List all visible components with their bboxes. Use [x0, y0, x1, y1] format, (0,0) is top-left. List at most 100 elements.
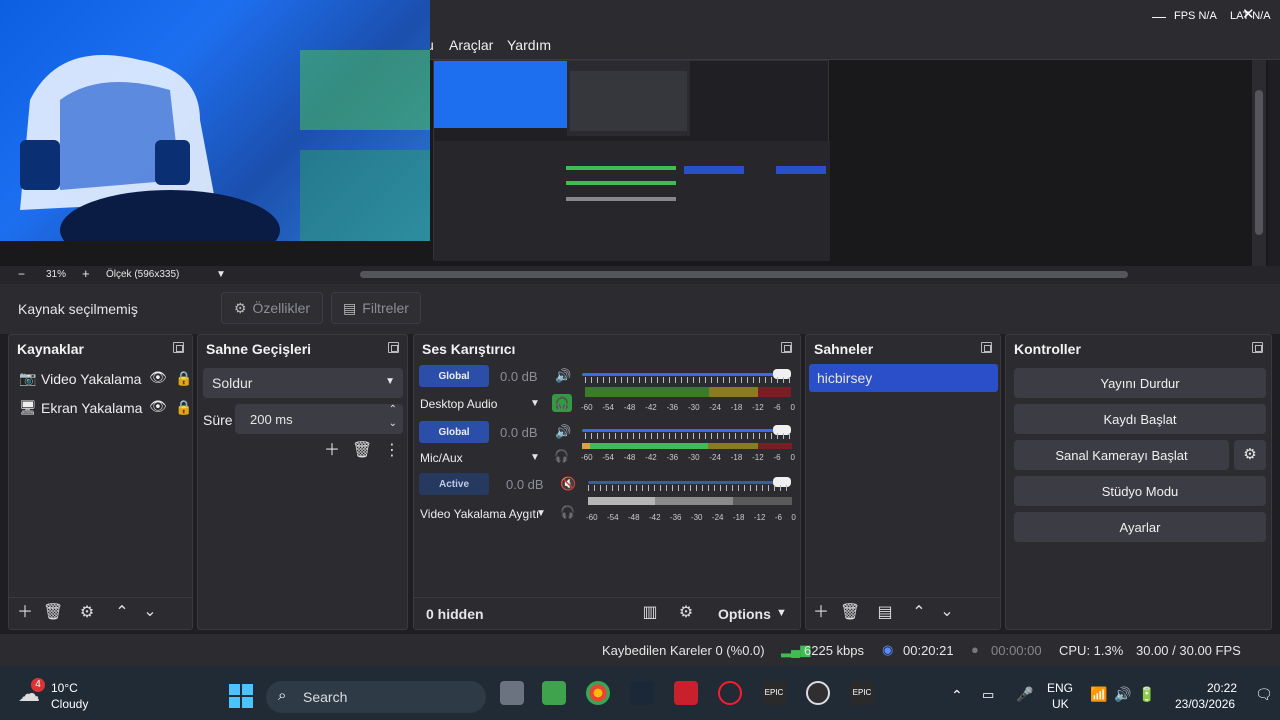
- weather-desc: Cloudy: [51, 697, 89, 711]
- add-icon[interactable]: ＋: [322, 443, 342, 459]
- battery-icon[interactable]: 🔋: [1138, 686, 1155, 703]
- volume-slider[interactable]: [588, 481, 782, 484]
- speaker-icon[interactable]: 🔊: [1114, 686, 1131, 703]
- minimize-icon[interactable]: —: [1152, 8, 1166, 24]
- undock-icon[interactable]: [981, 342, 992, 353]
- lock-icon[interactable]: 🔒: [175, 370, 192, 387]
- trash-icon[interactable]: 🗑: [43, 605, 63, 621]
- stepper-up-icon[interactable]: ⌃: [389, 404, 397, 415]
- opera-icon[interactable]: [718, 681, 742, 705]
- source-toolbar: Kaynak seçilmemiş: [0, 284, 1280, 334]
- scene-item-hicbirsey[interactable]: hicbirsey: [809, 364, 998, 392]
- microphone-icon[interactable]: 🎤: [1016, 686, 1033, 703]
- zoom-in-button[interactable]: +: [82, 266, 90, 281]
- gear-icon[interactable]: ⚙: [676, 605, 696, 621]
- zoom-out-button[interactable]: −: [18, 267, 25, 281]
- nvidia-icon[interactable]: [542, 681, 566, 705]
- obs-icon[interactable]: [806, 681, 830, 705]
- menu-item-tools[interactable]: Araçlar: [449, 37, 493, 53]
- volume-slider[interactable]: [582, 429, 782, 432]
- meter-scale: -60 -54 -48 -42 -36 -30 -24 -18 -12 -6 0: [581, 403, 795, 412]
- notifications-icon[interactable]: 🗨: [1255, 686, 1273, 703]
- source-item[interactable]: 🖥 Ekran Yakalama 👁 🔒: [19, 398, 192, 419]
- wifi-icon[interactable]: 📶: [1090, 686, 1107, 703]
- filters-button[interactable]: ▤ Filtreler: [331, 292, 421, 324]
- epic-games-icon[interactable]: EPIC: [762, 681, 786, 705]
- preview-vertical-scroll-thumb[interactable]: [1255, 90, 1263, 235]
- properties-button[interactable]: ⚙ Özellikler: [221, 292, 323, 324]
- gear-icon[interactable]: ⚙: [77, 605, 97, 621]
- channel-badge[interactable]: Active: [419, 473, 489, 495]
- chevron-up-icon[interactable]: ⌃: [112, 605, 132, 621]
- virtual-camera-settings-icon[interactable]: ⚙: [1234, 440, 1266, 470]
- more-icon[interactable]: ⋮: [382, 443, 402, 459]
- add-icon[interactable]: ＋: [15, 605, 35, 621]
- undock-icon[interactable]: [388, 342, 399, 353]
- scene-label: hicbirsey: [817, 370, 873, 386]
- steam-icon[interactable]: [630, 681, 654, 705]
- undock-icon[interactable]: [173, 342, 184, 353]
- channel-badge[interactable]: Global: [419, 421, 489, 443]
- filter-icon[interactable]: ▤: [875, 605, 895, 621]
- game-app-icon[interactable]: [674, 681, 698, 705]
- trash-icon[interactable]: 🗑: [352, 443, 372, 459]
- taskbar-search[interactable]: ⌕ Search: [266, 681, 486, 713]
- preview-horizontal-scroll-thumb[interactable]: [360, 271, 1128, 278]
- tray-overflow-icon[interactable]: ⌃: [951, 687, 963, 704]
- options-button[interactable]: Options: [718, 606, 771, 622]
- source-item[interactable]: 📷 Video Yakalama 👁 🔒: [19, 369, 192, 390]
- eye-icon[interactable]: 👁: [149, 369, 167, 386]
- trash-icon[interactable]: 🗑: [840, 605, 860, 621]
- settings-button[interactable]: Ayarlar: [1014, 512, 1266, 542]
- volume-icon[interactable]: 🔊: [555, 424, 571, 440]
- cast-icon[interactable]: ▭: [982, 687, 994, 703]
- windows-start-icon[interactable]: [229, 684, 253, 708]
- channel-badge[interactable]: Global: [419, 365, 489, 387]
- chevron-down-icon[interactable]: ▼: [776, 607, 787, 619]
- mixer-toolbar: 0 hidden ▥ ⚙ Options ▼: [414, 597, 800, 629]
- transition-select[interactable]: Soldur ▼: [203, 368, 403, 398]
- headphones-icon[interactable]: 🎧: [552, 394, 572, 412]
- stop-stream-button[interactable]: Yayını Durdur: [1014, 368, 1266, 398]
- menu-item-help[interactable]: Yardım: [507, 37, 551, 53]
- start-virtual-camera-button[interactable]: Sanal Kamerayı Başlat: [1014, 440, 1229, 470]
- chrome-icon[interactable]: [586, 681, 610, 705]
- chevron-down-icon[interactable]: ▼: [530, 398, 540, 409]
- eye-icon[interactable]: 👁: [149, 398, 167, 415]
- meter-scale-tick: -18: [730, 403, 743, 412]
- volume-muted-icon[interactable]: 🔇: [560, 476, 576, 492]
- clock-date: 23/03/2026: [1175, 697, 1236, 711]
- meter-scale-tick: 0: [790, 453, 795, 462]
- no-source-label: Kaynak seçilmemiş: [18, 301, 138, 317]
- chevron-up-icon[interactable]: ⌃: [909, 605, 929, 621]
- task-view-icon[interactable]: [500, 681, 524, 705]
- scale-dropdown-icon[interactable]: ▼: [216, 269, 226, 280]
- headphones-icon[interactable]: 🎧: [554, 449, 569, 463]
- language-code[interactable]: ENG: [1047, 681, 1073, 695]
- chevron-down-icon[interactable]: ▼: [536, 508, 546, 519]
- chevron-down-icon[interactable]: ⌄: [140, 604, 160, 620]
- volume-slider[interactable]: [582, 373, 782, 376]
- meter-scale-tick: -12: [753, 513, 766, 522]
- stepper-down-icon[interactable]: ⌄: [389, 418, 397, 429]
- meter-scale-tick: -24: [711, 513, 724, 522]
- chevron-down-icon[interactable]: ⌄: [937, 604, 957, 620]
- add-icon[interactable]: ＋: [811, 605, 831, 621]
- fps-readout: 30.00 / 30.00 FPS: [1136, 643, 1241, 658]
- studio-mode-button[interactable]: Stüdyo Modu: [1014, 476, 1266, 506]
- meter-scale-tick: -54: [606, 513, 619, 522]
- duration-label: Süre: [203, 412, 233, 428]
- chevron-down-icon[interactable]: ▼: [530, 452, 540, 463]
- start-recording-button[interactable]: Kaydı Başlat: [1014, 404, 1266, 434]
- duration-input[interactable]: 200 ms ⌃ ⌄: [235, 404, 403, 434]
- layout-icon[interactable]: ▥: [640, 605, 660, 621]
- headphones-icon[interactable]: 🎧: [560, 505, 575, 519]
- undock-icon[interactable]: [781, 342, 792, 353]
- close-icon[interactable]: ✕: [1242, 5, 1255, 23]
- undock-icon[interactable]: [1252, 342, 1263, 353]
- epic-games-icon[interactable]: EPIC: [850, 681, 874, 705]
- volume-icon[interactable]: 🔊: [555, 368, 571, 384]
- language-region[interactable]: UK: [1052, 697, 1069, 711]
- lock-icon[interactable]: 🔒: [175, 399, 192, 416]
- source-label: Video Yakalama: [41, 371, 142, 387]
